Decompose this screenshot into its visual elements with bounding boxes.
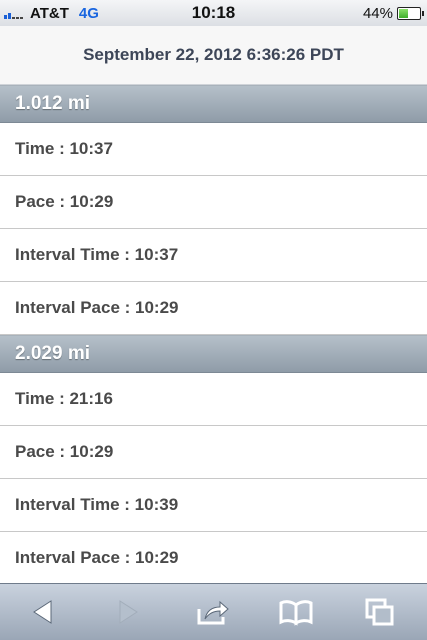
split-interval-time-row: Interval Time : 10:37 bbox=[0, 229, 427, 282]
browser-toolbar bbox=[0, 583, 427, 640]
split-header: 1.012 mi bbox=[0, 85, 427, 123]
battery-icon bbox=[397, 6, 424, 20]
page-title: September 22, 2012 6:36:26 PDT bbox=[83, 45, 344, 64]
split-interval-pace-row: Interval Pace : 10:29 bbox=[0, 532, 427, 584]
page-header: September 22, 2012 6:36:26 PDT bbox=[0, 26, 427, 85]
forward-button[interactable] bbox=[108, 594, 148, 630]
battery-fill bbox=[399, 8, 408, 18]
split-time-row: Time : 10:37 bbox=[0, 123, 427, 176]
split-time-row: Time : 21:16 bbox=[0, 373, 427, 426]
battery-percent: 44% bbox=[362, 4, 393, 22]
split-header: 2.029 mi bbox=[0, 335, 427, 373]
split-pace-row: Pace : 10:29 bbox=[0, 176, 427, 229]
split-interval-pace-row: Interval Pace : 10:29 bbox=[0, 282, 427, 335]
status-right: 44% bbox=[362, 4, 424, 22]
share-icon bbox=[197, 600, 229, 625]
status-bar: AT&T 4G 10:18 44% bbox=[0, 0, 427, 26]
share-button[interactable] bbox=[193, 594, 233, 630]
back-icon bbox=[33, 600, 52, 624]
pages-icon bbox=[365, 598, 394, 626]
back-button[interactable] bbox=[23, 594, 63, 630]
bookmarks-button[interactable] bbox=[276, 594, 316, 630]
split-pace-row: Pace : 10:29 bbox=[0, 426, 427, 479]
forward-icon bbox=[119, 600, 138, 624]
split-interval-time-row: Interval Time : 10:39 bbox=[0, 479, 427, 532]
bookmarks-icon bbox=[279, 600, 313, 626]
pages-button[interactable] bbox=[360, 594, 400, 630]
splits-list[interactable]: 1.012 mi Time : 10:37 Pace : 10:29 Inter… bbox=[0, 85, 427, 584]
